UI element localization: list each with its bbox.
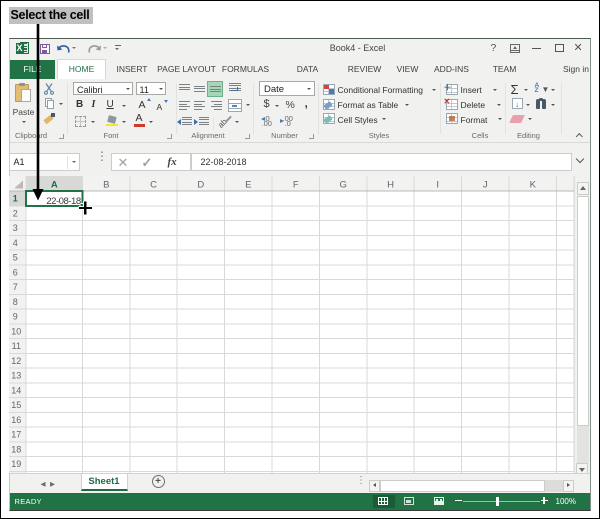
svg-text:C: C	[150, 179, 157, 190]
svg-text:19: 19	[11, 459, 21, 469]
svg-text:12: 12	[11, 355, 21, 365]
svg-text:5: 5	[12, 252, 17, 262]
svg-text:I: I	[436, 179, 439, 190]
svg-text:11: 11	[11, 341, 20, 351]
svg-text:B: B	[103, 179, 109, 190]
svg-text:D: D	[197, 179, 204, 190]
svg-text:13: 13	[11, 370, 21, 380]
svg-text:3: 3	[12, 223, 17, 233]
svg-text:2: 2	[12, 208, 17, 218]
svg-text:J: J	[482, 179, 487, 190]
svg-text:15: 15	[11, 400, 21, 410]
svg-text:4: 4	[12, 237, 17, 247]
svg-text:17: 17	[11, 429, 21, 439]
svg-text:6: 6	[12, 267, 17, 277]
svg-text:16: 16	[11, 414, 21, 424]
svg-text:10: 10	[11, 326, 21, 336]
svg-text:7: 7	[12, 282, 17, 292]
svg-text:K: K	[529, 179, 536, 190]
svg-text:H: H	[387, 179, 394, 190]
svg-text:E: E	[245, 179, 251, 190]
svg-text:18: 18	[11, 444, 21, 454]
svg-text:G: G	[339, 179, 346, 190]
svg-text:8: 8	[12, 296, 17, 306]
svg-text:F: F	[292, 179, 298, 190]
svg-text:14: 14	[11, 385, 21, 395]
svg-text:9: 9	[12, 311, 17, 321]
svg-text:1: 1	[12, 193, 17, 203]
